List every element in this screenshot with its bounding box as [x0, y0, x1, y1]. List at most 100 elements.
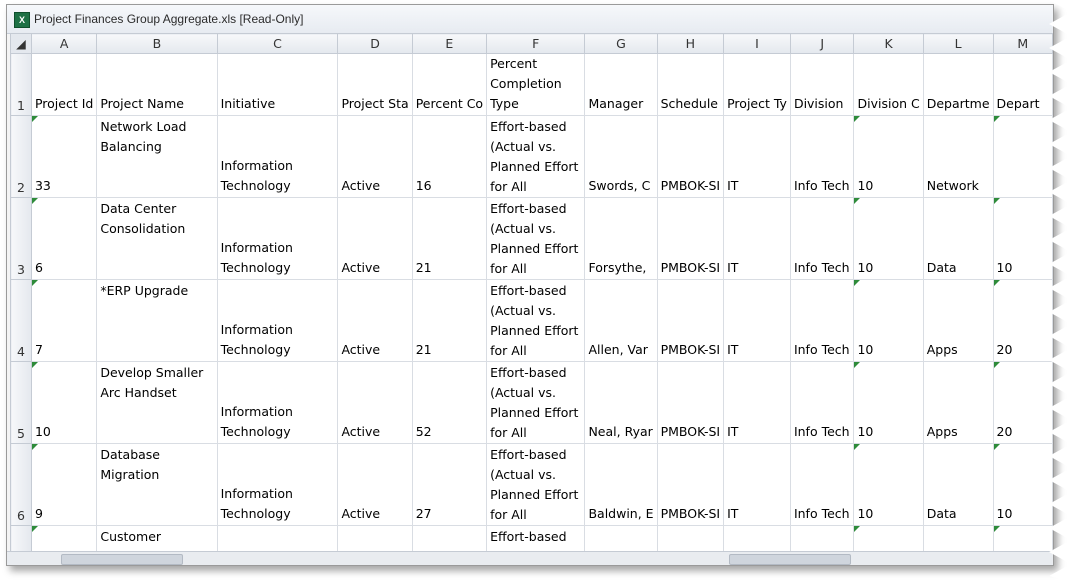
- cell-d1[interactable]: Project Sta: [337, 53, 413, 116]
- cell-b6[interactable]: Database Migration: [96, 443, 218, 526]
- cell-g3[interactable]: Forsythe,: [584, 197, 658, 280]
- horizontal-scrollbar[interactable]: [7, 551, 1053, 565]
- cell-e4[interactable]: 21: [411, 279, 488, 362]
- cell-h4[interactable]: PMBOK-SI: [656, 279, 725, 362]
- cell-a5[interactable]: 10: [30, 361, 98, 444]
- cell-h2[interactable]: PMBOK-SI: [656, 115, 725, 198]
- cell-b1[interactable]: Project Name: [96, 53, 218, 116]
- horizontal-scroll-thumb[interactable]: [729, 554, 851, 565]
- cell-e5[interactable]: 52: [411, 361, 488, 444]
- cell-h3[interactable]: PMBOK-SI: [656, 197, 725, 280]
- cell-a4[interactable]: 7: [30, 279, 98, 362]
- cell-k4[interactable]: 10: [853, 279, 924, 362]
- cell-f6[interactable]: Effort-based (Actual vs. Planned Effort …: [486, 443, 586, 526]
- cell-wrap-text: Percent Completion Type: [490, 56, 562, 111]
- cell-j1[interactable]: Division: [789, 53, 855, 116]
- cell-f2[interactable]: Effort-based (Actual vs. Planned Effort …: [486, 115, 586, 198]
- cell-g2[interactable]: Swords, C: [584, 115, 658, 198]
- cell-l2[interactable]: Network: [922, 115, 994, 198]
- cell-g6[interactable]: Baldwin, E: [584, 443, 658, 526]
- column-header-a[interactable]: A: [30, 33, 98, 54]
- cell-a2[interactable]: 33: [30, 115, 98, 198]
- cell-c4[interactable]: Information Technology: [216, 279, 339, 362]
- column-header-e[interactable]: E: [411, 33, 488, 54]
- cell-j2[interactable]: Info Tech: [789, 115, 855, 198]
- cell-c2[interactable]: Information Technology: [216, 115, 339, 198]
- row-header-6[interactable]: 6: [10, 443, 32, 526]
- cell-e2[interactable]: 16: [411, 115, 488, 198]
- cell-g5[interactable]: Neal, Ryar: [584, 361, 658, 444]
- cell-j3[interactable]: Info Tech: [789, 197, 855, 280]
- column-header-g[interactable]: G: [584, 33, 658, 54]
- cell-d5[interactable]: Active: [337, 361, 413, 444]
- row-header-5[interactable]: 5: [10, 361, 32, 444]
- column-header-l[interactable]: L: [922, 33, 994, 54]
- cell-h6[interactable]: PMBOK-SI: [656, 443, 725, 526]
- cell-f5[interactable]: Effort-based (Actual vs. Planned Effort …: [486, 361, 586, 444]
- column-header-i[interactable]: I: [723, 33, 791, 54]
- cell-a3[interactable]: 6: [30, 197, 98, 280]
- cell-a1[interactable]: Project Id: [30, 53, 98, 116]
- cell-l3[interactable]: Data: [922, 197, 994, 280]
- cell-d3[interactable]: Active: [337, 197, 413, 280]
- column-header-d[interactable]: D: [337, 33, 413, 54]
- cell-i4[interactable]: IT: [723, 279, 791, 362]
- column-header-c[interactable]: C: [216, 33, 339, 54]
- cell-c3[interactable]: Information Technology: [216, 197, 339, 280]
- select-all-corner[interactable]: ◢: [10, 33, 32, 54]
- cell-e6[interactable]: 27: [411, 443, 488, 526]
- cell-wrap-text: Effort-based (Actual vs. Planned Effort …: [490, 365, 579, 440]
- cell-l1[interactable]: Departme: [922, 53, 994, 116]
- cell-l5[interactable]: Apps: [922, 361, 994, 444]
- cell-b3[interactable]: Data Center Consolidation: [96, 197, 218, 280]
- row-header-3[interactable]: 3: [10, 197, 32, 280]
- cell-wrap-text: Database Migration: [100, 447, 160, 482]
- cell-d6[interactable]: Active: [337, 443, 413, 526]
- cell-j5[interactable]: Info Tech: [789, 361, 855, 444]
- cell-e1[interactable]: Percent Co: [411, 53, 488, 116]
- cell-i3[interactable]: IT: [723, 197, 791, 280]
- cell-b4[interactable]: *ERP Upgrade: [96, 279, 218, 362]
- cell-b5[interactable]: Develop Smaller Arc Handset: [96, 361, 218, 444]
- cell-k3[interactable]: 10: [853, 197, 924, 280]
- cell-i5[interactable]: IT: [723, 361, 791, 444]
- header-row: 1 Project Id Project Name Initiative Project…: [10, 53, 1053, 116]
- column-header-h[interactable]: H: [656, 33, 725, 54]
- sheet-tab-scroll-thumb[interactable]: [61, 554, 183, 565]
- cell-i2[interactable]: IT: [723, 115, 791, 198]
- cell-i6[interactable]: IT: [723, 443, 791, 526]
- cell-e3[interactable]: 21: [411, 197, 488, 280]
- cell-d2[interactable]: Active: [337, 115, 413, 198]
- cell-wrap-text: Network Load Balancing: [100, 119, 187, 154]
- column-header-b[interactable]: B: [96, 33, 218, 54]
- column-header-f[interactable]: F: [486, 33, 586, 54]
- cell-d4[interactable]: Active: [337, 279, 413, 362]
- column-header-k[interactable]: K: [853, 33, 924, 54]
- cell-g4[interactable]: Allen, Var: [584, 279, 658, 362]
- cell-g1[interactable]: Manager: [584, 53, 658, 116]
- worksheet-table: ◢ ABCDEFGHIJKLM 1 Project Id Project Name I…: [10, 33, 1053, 565]
- cell-k6[interactable]: 10: [853, 443, 924, 526]
- cell-k5[interactable]: 10: [853, 361, 924, 444]
- cell-j4[interactable]: Info Tech: [789, 279, 855, 362]
- row-header-4[interactable]: 4: [10, 279, 32, 362]
- column-header-j[interactable]: J: [789, 33, 855, 54]
- cell-c1[interactable]: Initiative: [216, 53, 339, 116]
- cell-c5[interactable]: Information Technology: [216, 361, 339, 444]
- row-header-1[interactable]: 1: [10, 53, 32, 116]
- cell-b2[interactable]: Network Load Balancing: [96, 115, 218, 198]
- row-header-2[interactable]: 2: [10, 115, 32, 198]
- cell-f1[interactable]: Percent Completion Type: [486, 53, 586, 116]
- cell-k1[interactable]: Division C: [853, 53, 924, 116]
- cell-h1[interactable]: Schedule: [656, 53, 725, 116]
- cell-h5[interactable]: PMBOK-SI: [656, 361, 725, 444]
- cell-l6[interactable]: Data: [922, 443, 994, 526]
- cell-f4[interactable]: Effort-based (Actual vs. Planned Effort …: [486, 279, 586, 362]
- cell-a6[interactable]: 9: [30, 443, 98, 526]
- cell-j6[interactable]: Info Tech: [789, 443, 855, 526]
- cell-f3[interactable]: Effort-based (Actual vs. Planned Effort …: [486, 197, 586, 280]
- cell-k2[interactable]: 10: [853, 115, 924, 198]
- cell-i1[interactable]: Project Ty: [723, 53, 791, 116]
- cell-c6[interactable]: Information Technology: [216, 443, 339, 526]
- cell-l4[interactable]: Apps: [922, 279, 994, 362]
